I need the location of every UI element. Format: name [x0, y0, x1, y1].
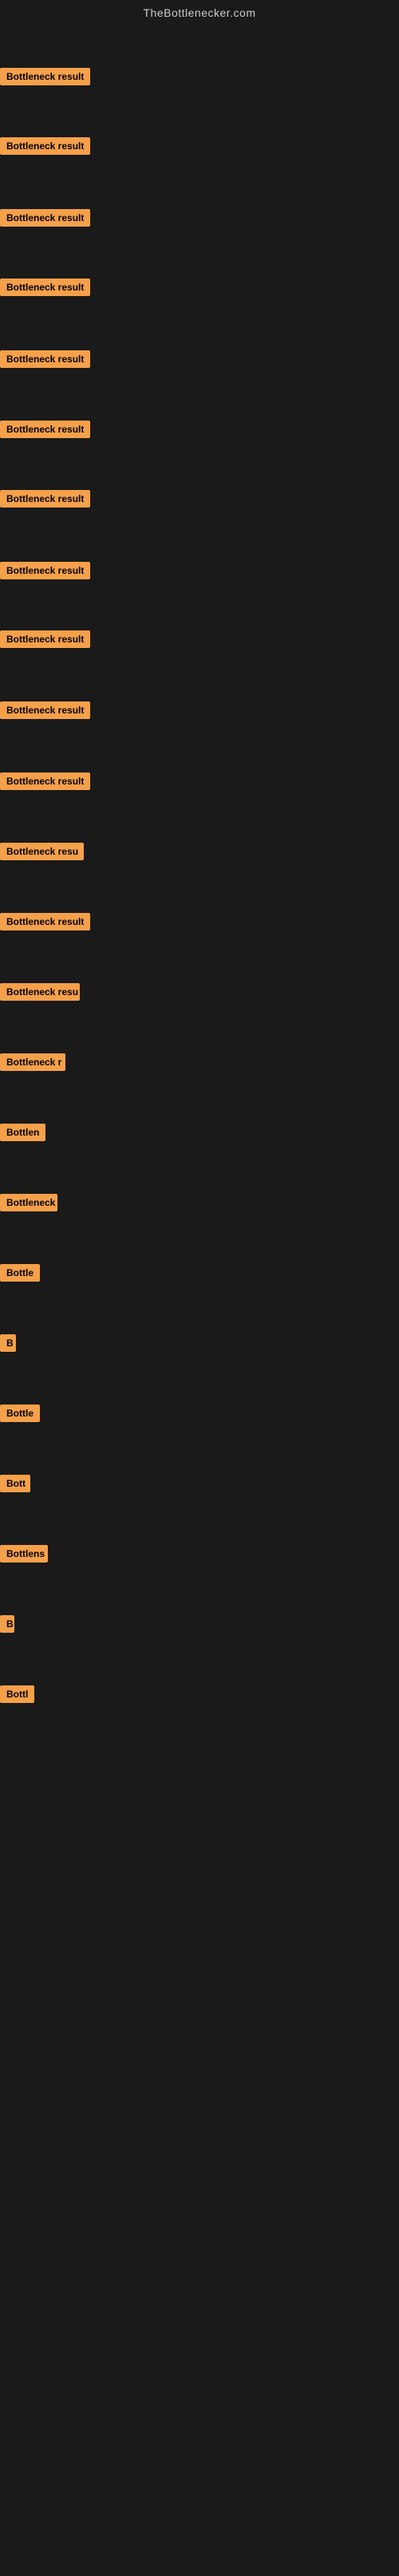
- bottleneck-item-4[interactable]: Bottleneck result: [0, 279, 90, 300]
- bottleneck-item-3[interactable]: Bottleneck result: [0, 209, 90, 231]
- bottleneck-badge-6[interactable]: Bottleneck result: [0, 421, 90, 438]
- bottleneck-badge-11[interactable]: Bottleneck result: [0, 772, 90, 790]
- bottleneck-item-22[interactable]: Bottlens: [0, 1545, 48, 1567]
- bottleneck-item-15[interactable]: Bottleneck r: [0, 1053, 65, 1075]
- bottleneck-badge-14[interactable]: Bottleneck resu: [0, 983, 80, 1001]
- bottleneck-badge-15[interactable]: Bottleneck r: [0, 1053, 65, 1071]
- bottleneck-item-20[interactable]: Bottle: [0, 1405, 40, 1426]
- bottleneck-badge-8[interactable]: Bottleneck result: [0, 562, 90, 579]
- bottleneck-item-1[interactable]: Bottleneck result: [0, 68, 90, 89]
- bottleneck-item-17[interactable]: Bottleneck: [0, 1194, 57, 1215]
- bottleneck-item-16[interactable]: Bottlen: [0, 1124, 45, 1145]
- bottleneck-badge-20[interactable]: Bottle: [0, 1405, 40, 1422]
- bottleneck-item-21[interactable]: Bott: [0, 1475, 30, 1496]
- bottleneck-badge-13[interactable]: Bottleneck result: [0, 913, 90, 930]
- bottleneck-badge-2[interactable]: Bottleneck result: [0, 137, 90, 155]
- bottleneck-item-6[interactable]: Bottleneck result: [0, 421, 90, 442]
- bottleneck-badge-4[interactable]: Bottleneck result: [0, 279, 90, 296]
- bottleneck-item-13[interactable]: Bottleneck result: [0, 913, 90, 934]
- bottleneck-badge-5[interactable]: Bottleneck result: [0, 350, 90, 368]
- bottleneck-item-10[interactable]: Bottleneck result: [0, 701, 90, 723]
- bottleneck-badge-17[interactable]: Bottleneck: [0, 1194, 57, 1211]
- bottleneck-item-9[interactable]: Bottleneck result: [0, 630, 90, 652]
- bottleneck-badge-10[interactable]: Bottleneck result: [0, 701, 90, 719]
- bottleneck-item-23[interactable]: B: [0, 1615, 14, 1637]
- bottleneck-badge-12[interactable]: Bottleneck resu: [0, 843, 84, 860]
- bottleneck-item-19[interactable]: B: [0, 1334, 16, 1356]
- bottleneck-item-18[interactable]: Bottle: [0, 1264, 40, 1286]
- bottleneck-badge-24[interactable]: Bottl: [0, 1685, 34, 1703]
- bottleneck-badge-22[interactable]: Bottlens: [0, 1545, 48, 1563]
- bottleneck-item-12[interactable]: Bottleneck resu: [0, 843, 84, 864]
- bottleneck-badge-3[interactable]: Bottleneck result: [0, 209, 90, 227]
- bottleneck-item-14[interactable]: Bottleneck resu: [0, 983, 80, 1005]
- bottleneck-item-5[interactable]: Bottleneck result: [0, 350, 90, 372]
- bottleneck-badge-16[interactable]: Bottlen: [0, 1124, 45, 1141]
- bottleneck-badge-1[interactable]: Bottleneck result: [0, 68, 90, 85]
- bottleneck-item-2[interactable]: Bottleneck result: [0, 137, 90, 159]
- bottleneck-item-11[interactable]: Bottleneck result: [0, 772, 90, 794]
- site-title: TheBottlenecker.com: [0, 0, 399, 22]
- bottleneck-badge-23[interactable]: B: [0, 1615, 14, 1633]
- bottleneck-item-24[interactable]: Bottl: [0, 1685, 34, 1707]
- bottleneck-item-7[interactable]: Bottleneck result: [0, 490, 90, 512]
- bottleneck-item-8[interactable]: Bottleneck result: [0, 562, 90, 583]
- bottleneck-badge-9[interactable]: Bottleneck result: [0, 630, 90, 648]
- bottleneck-badge-21[interactable]: Bott: [0, 1475, 30, 1492]
- bottleneck-badge-19[interactable]: B: [0, 1334, 16, 1352]
- bottleneck-badge-18[interactable]: Bottle: [0, 1264, 40, 1282]
- bottleneck-badge-7[interactable]: Bottleneck result: [0, 490, 90, 508]
